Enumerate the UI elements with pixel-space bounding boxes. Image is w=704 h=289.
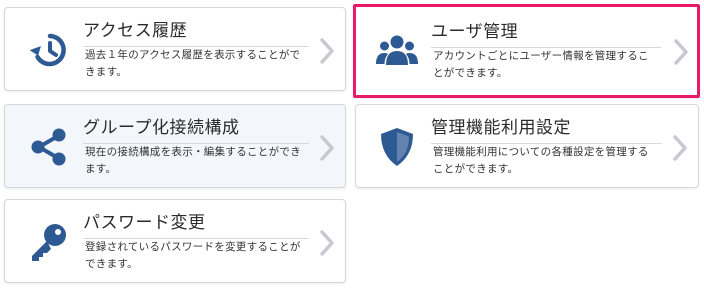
card-group-config[interactable]: グループ化接続構成 現在の接続構成を表示・編集することができます。 <box>4 104 346 188</box>
card-title: グループ化接続構成 <box>83 113 309 144</box>
key-icon <box>27 220 71 264</box>
card-description: 登録されているパスワードを変更することができます。 <box>85 241 301 270</box>
card-management-settings[interactable]: 管理機能利用設定 管理機能利用についての各種設定を管理することができます。 <box>355 104 699 188</box>
card-description: 現在の接続構成を表示・編集することができます。 <box>85 146 301 175</box>
card-title: ユーザ管理 <box>431 17 661 48</box>
share-icon <box>27 125 71 169</box>
history-icon <box>27 28 71 72</box>
shield-icon <box>375 125 419 169</box>
card-user-management[interactable]: ユーザ管理 アカウントごとにユーザー情報を管理することができます。 <box>353 4 700 98</box>
users-icon <box>375 29 419 73</box>
card-description: アカウントごとにユーザー情報を管理することができます。 <box>433 50 649 79</box>
card-description: 管理機能利用についての各種設定を管理することができます。 <box>433 146 649 175</box>
card-title: パスワード変更 <box>83 208 309 239</box>
card-access-history[interactable]: アクセス履歴 過去１年のアクセス履歴を表示することができます。 <box>4 7 346 91</box>
card-password-change[interactable]: パスワード変更 登録されているパスワードを変更することができます。 <box>4 199 346 283</box>
card-description: 過去１年のアクセス履歴を表示することができます。 <box>85 49 301 78</box>
chevron-right-icon <box>319 134 335 162</box>
chevron-right-icon <box>319 37 335 65</box>
card-title: アクセス履歴 <box>83 16 309 47</box>
chevron-right-icon <box>673 38 689 66</box>
chevron-right-icon <box>672 134 688 162</box>
chevron-right-icon <box>319 229 335 257</box>
card-title: 管理機能利用設定 <box>431 113 662 144</box>
